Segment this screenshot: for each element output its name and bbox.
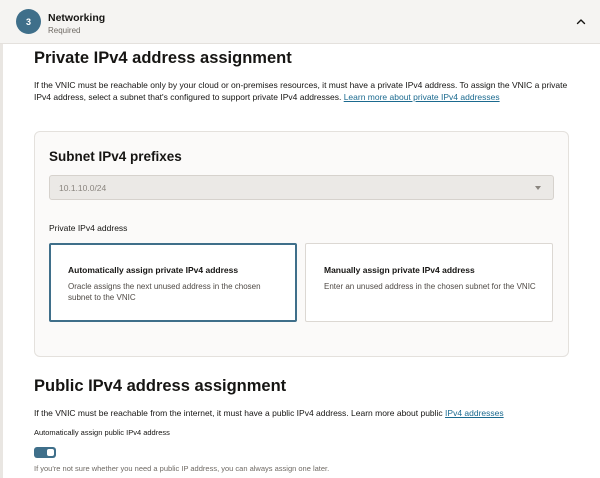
step-number-badge: 3 bbox=[16, 9, 41, 34]
public-ip-hint: If you're not sure whether you need a pu… bbox=[34, 464, 330, 473]
auto-assign-option-title: Automatically assign private IPv4 addres… bbox=[68, 265, 239, 275]
chevron-down-icon bbox=[535, 186, 541, 190]
private-ipv4-heading: Private IPv4 address assignment bbox=[34, 49, 292, 67]
private-ipv4-description: If the VNIC must be reachable only by yo… bbox=[34, 79, 574, 103]
ipv4-addresses-link[interactable]: IPv4 addresses bbox=[445, 408, 504, 418]
auto-assign-public-toggle[interactable] bbox=[34, 447, 56, 458]
private-ipv4-field-label: Private IPv4 address bbox=[49, 223, 128, 233]
left-rail bbox=[0, 0, 3, 478]
public-ipv4-heading: Public IPv4 address assignment bbox=[34, 377, 287, 395]
manual-assign-option-title: Manually assign private IPv4 address bbox=[324, 265, 475, 275]
subnet-prefix-select[interactable]: 10.1.10.0/24 bbox=[49, 175, 554, 200]
step-title: Networking bbox=[48, 12, 106, 24]
toggle-knob bbox=[47, 449, 54, 456]
subnet-prefix-value: 10.1.10.0/24 bbox=[59, 183, 107, 193]
manual-assign-private-option[interactable]: Manually assign private IPv4 address Ent… bbox=[305, 243, 553, 322]
auto-assign-public-label: Automatically assign public IPv4 address bbox=[34, 428, 170, 437]
chevron-up-icon[interactable] bbox=[574, 15, 588, 29]
auto-assign-private-option[interactable]: Automatically assign private IPv4 addres… bbox=[49, 243, 297, 322]
step-header[interactable]: 3 Networking Required bbox=[0, 0, 600, 44]
public-description-text: If the VNIC must be reachable from the i… bbox=[34, 408, 446, 418]
learn-more-private-link[interactable]: Learn more about private IPv4 addresses bbox=[344, 92, 500, 102]
step-subtitle: Required bbox=[48, 26, 81, 35]
subnet-prefixes-card: Subnet IPv4 prefixes 10.1.10.0/24 Privat… bbox=[34, 131, 569, 357]
subnet-prefixes-title: Subnet IPv4 prefixes bbox=[49, 149, 182, 164]
manual-assign-option-description: Enter an unused address in the chosen su… bbox=[324, 282, 536, 291]
public-ipv4-description: If the VNIC must be reachable from the i… bbox=[34, 407, 574, 419]
auto-assign-option-description: Oracle assigns the next unused address i… bbox=[68, 282, 261, 302]
